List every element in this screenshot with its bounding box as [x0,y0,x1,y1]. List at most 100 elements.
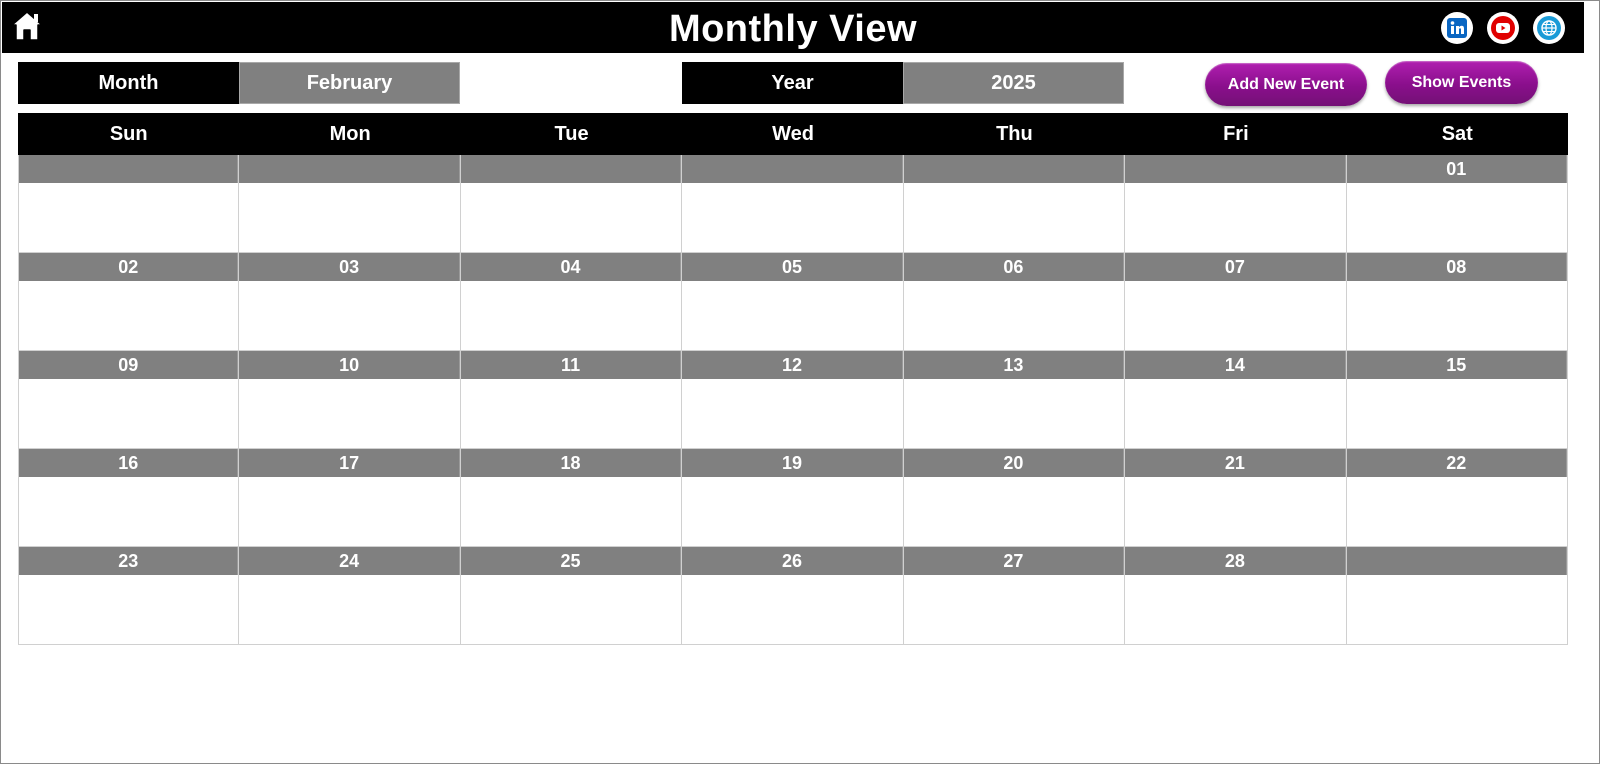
day-cell[interactable]: 05 [682,253,904,351]
day-number: 12 [682,351,903,379]
day-events-area[interactable] [1346,281,1567,350]
day-cell[interactable]: 07 [1125,253,1347,351]
day-number: 07 [1125,253,1346,281]
day-number: 28 [1125,547,1346,575]
globe-icon[interactable] [1533,12,1565,44]
day-cell[interactable]: 13 [903,351,1126,449]
day-events-area[interactable] [1346,477,1567,546]
day-cell[interactable] [1346,547,1568,645]
day-number: 20 [903,449,1125,477]
day-number: 21 [1125,449,1346,477]
day-cell[interactable]: 23 [18,547,240,645]
calendar-week-row: 09 10 11 12 13 14 15 [18,351,1568,449]
day-cell[interactable]: 26 [682,547,904,645]
day-cell[interactable]: 19 [682,449,904,547]
day-events-area[interactable] [19,477,239,546]
day-events-area[interactable] [239,183,460,252]
day-events-area[interactable] [460,379,682,448]
day-cell[interactable]: 10 [239,351,461,449]
day-cell[interactable]: 28 [1125,547,1347,645]
day-cell[interactable]: 12 [682,351,904,449]
day-events-area[interactable] [239,575,460,644]
day-number: 02 [19,253,239,281]
day-cell[interactable] [682,155,904,253]
day-events-area[interactable] [1125,281,1346,350]
day-cell[interactable]: 16 [18,449,240,547]
youtube-icon[interactable] [1487,12,1519,44]
day-events-area[interactable] [460,183,682,252]
day-cell[interactable]: 01 [1346,155,1568,253]
day-events-area[interactable] [903,379,1125,448]
day-events-area[interactable] [682,281,903,350]
add-new-event-button[interactable]: Add New Event [1205,63,1367,106]
day-number: 10 [239,351,460,379]
day-cell[interactable] [1125,155,1347,253]
weekday-fri: Fri [1223,122,1249,145]
weekday-wed: Wed [772,122,814,145]
linkedin-icon[interactable] [1441,12,1473,44]
day-cell[interactable]: 18 [460,449,683,547]
day-cell[interactable] [460,155,683,253]
title-bar: Monthly View [2,2,1584,53]
day-events-area[interactable] [903,183,1125,252]
calendar-week-row: 01 [18,155,1568,253]
day-cell[interactable]: 14 [1125,351,1347,449]
day-cell[interactable] [239,155,461,253]
day-cell[interactable]: 27 [903,547,1126,645]
day-events-area[interactable] [682,477,903,546]
day-cell[interactable]: 21 [1125,449,1347,547]
day-number: 27 [903,547,1125,575]
show-events-button[interactable]: Show Events [1385,61,1538,104]
day-number: 04 [460,253,682,281]
day-events-area[interactable] [19,379,239,448]
day-events-area[interactable] [239,281,460,350]
day-number: 25 [460,547,682,575]
day-cell[interactable] [18,155,240,253]
day-cell[interactable]: 11 [460,351,683,449]
day-events-area[interactable] [682,183,903,252]
day-cell[interactable]: 17 [239,449,461,547]
day-events-area[interactable] [903,575,1125,644]
day-cell[interactable]: 22 [1346,449,1568,547]
day-events-area[interactable] [460,281,682,350]
day-events-area[interactable] [1125,477,1346,546]
day-events-area[interactable] [1125,183,1346,252]
day-cell[interactable]: 25 [460,547,683,645]
day-number: 24 [239,547,460,575]
day-cell[interactable]: 09 [18,351,240,449]
day-events-area[interactable] [460,575,682,644]
day-events-area[interactable] [460,477,682,546]
day-cell[interactable]: 08 [1346,253,1568,351]
day-number: 16 [19,449,239,477]
day-events-area[interactable] [1346,183,1567,252]
day-cell[interactable]: 06 [903,253,1126,351]
day-events-area[interactable] [1346,575,1567,644]
month-dropdown[interactable]: February [239,62,460,104]
year-label: Year [682,62,903,104]
day-events-area[interactable] [19,281,239,350]
day-events-area[interactable] [903,281,1125,350]
day-cell[interactable]: 04 [460,253,683,351]
day-number [239,155,460,183]
day-events-area[interactable] [1346,379,1567,448]
day-cell[interactable] [903,155,1126,253]
day-events-area[interactable] [1125,575,1346,644]
day-events-area[interactable] [19,183,239,252]
day-number [1125,155,1346,183]
day-cell[interactable]: 02 [18,253,240,351]
calendar-week-row: 23 24 25 26 27 28 [18,547,1568,645]
day-cell[interactable]: 15 [1346,351,1568,449]
day-cell[interactable]: 03 [239,253,461,351]
day-events-area[interactable] [1125,379,1346,448]
day-events-area[interactable] [239,379,460,448]
year-dropdown[interactable]: 2025 [903,62,1124,104]
day-events-area[interactable] [682,379,903,448]
day-cell[interactable]: 24 [239,547,461,645]
day-events-area[interactable] [19,575,239,644]
day-events-area[interactable] [682,575,903,644]
day-events-area[interactable] [903,477,1125,546]
day-number: 03 [239,253,460,281]
day-cell[interactable]: 20 [903,449,1126,547]
day-events-area[interactable] [239,477,460,546]
day-number: 09 [19,351,239,379]
